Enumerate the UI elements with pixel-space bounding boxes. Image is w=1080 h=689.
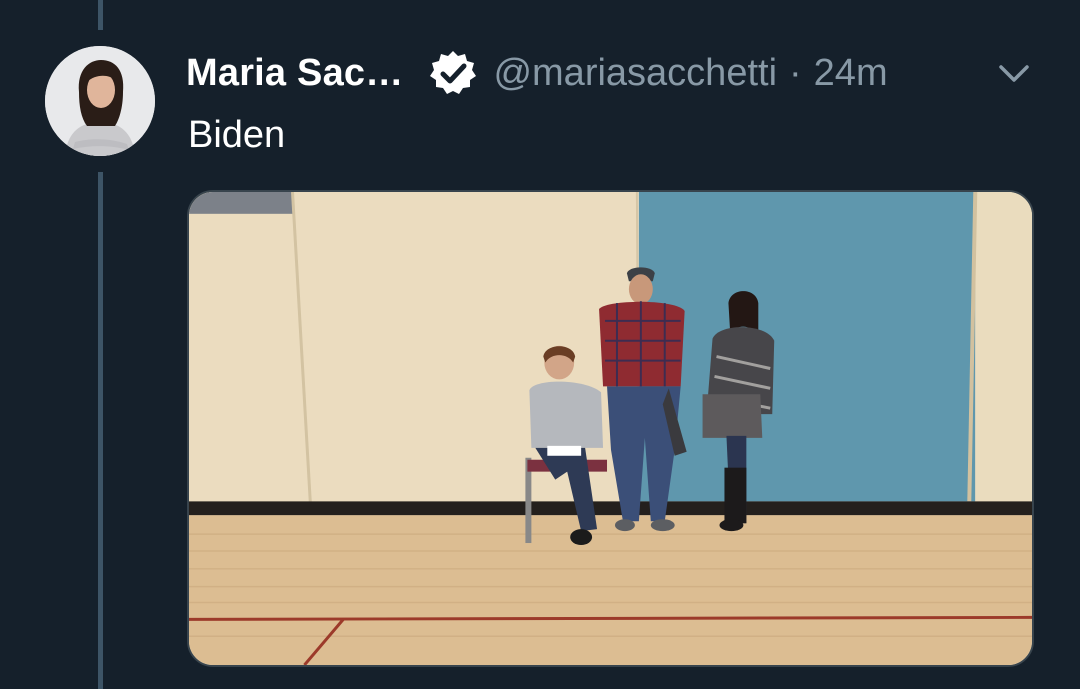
avatar-image bbox=[45, 46, 155, 156]
avatar[interactable] bbox=[45, 46, 155, 156]
separator-dot: · bbox=[789, 51, 802, 94]
user-handle[interactable]: @mariasacchetti bbox=[493, 52, 777, 95]
chevron-down-icon[interactable] bbox=[996, 60, 1032, 88]
verified-badge-icon bbox=[429, 49, 477, 97]
tweet-photo[interactable] bbox=[187, 190, 1034, 667]
thread-line-top bbox=[98, 0, 103, 30]
tweet-timestamp[interactable]: 24m bbox=[814, 52, 888, 95]
thread-line-bottom bbox=[98, 172, 103, 689]
display-name[interactable]: Maria Sac… bbox=[186, 52, 403, 95]
tweet-view: Maria Sac… @mariasacchetti · 24m Biden bbox=[0, 0, 1080, 689]
tweet-header: Maria Sac… @mariasacchetti · 24m bbox=[186, 48, 888, 98]
photo-gym-scene bbox=[189, 192, 1032, 665]
tweet-text: Biden bbox=[188, 114, 286, 156]
